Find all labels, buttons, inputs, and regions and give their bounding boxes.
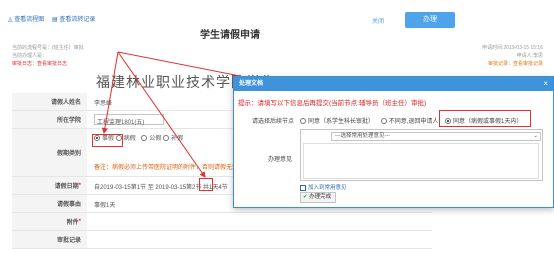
arrow-to-leave-type: [101, 51, 119, 134]
close-icon[interactable]: ×: [543, 79, 548, 88]
checkbox-icon: [300, 184, 306, 191]
arrow-to-days: [117, 51, 206, 178]
opinion-textarea[interactable]: [303, 143, 539, 179]
radio-icon: [380, 118, 387, 125]
option-agree-dept[interactable]: 同意（系学生科长审批）: [300, 118, 374, 125]
annotation-box-option: [439, 110, 531, 127]
opinion-select[interactable]: ---选择常用处理意见--- ⌄: [331, 132, 541, 141]
done-button[interactable]: ✔ 办理完成: [300, 192, 336, 203]
opinion-label: 办理意见: [268, 157, 293, 163]
option-reject[interactable]: 不同意,退回申请人: [380, 118, 438, 125]
dialog-tip: 提示：请填写以下信息后再提交(当前节点:辅导员（班主任）审批): [238, 100, 427, 107]
add-common-opinion[interactable]: 加入到常用意见: [300, 183, 347, 191]
opinion-area: ---选择常用处理意见--- ⌄: [300, 129, 543, 181]
dialog-header: 处理文档: [234, 77, 553, 91]
radio-icon: [300, 118, 306, 125]
next-node-label: 请选择后续节点: [252, 119, 295, 125]
process-dialog: 处理文档 × 提示：请填写以下信息后再提交(当前节点:辅导员（班主任）审批) 请…: [233, 76, 554, 208]
chevron-down-icon: ⌄: [533, 133, 538, 139]
dialog-title: 处理文档: [239, 81, 264, 87]
check-icon: ✔: [303, 194, 308, 200]
